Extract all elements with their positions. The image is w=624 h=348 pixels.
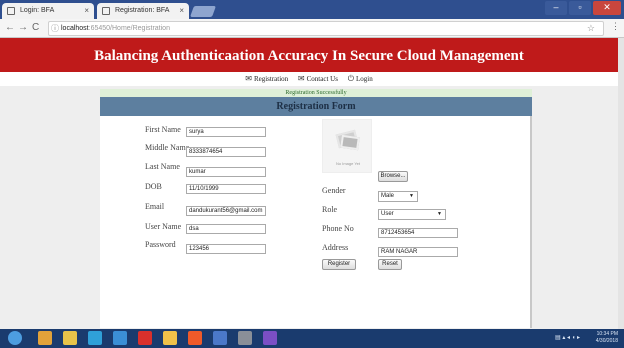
profile-photo-placeholder: No Image Yet bbox=[322, 119, 372, 173]
tab-close-icon[interactable]: × bbox=[84, 3, 89, 19]
taskbar-app-icon[interactable] bbox=[113, 331, 127, 345]
taskbar-app-icon[interactable] bbox=[213, 331, 227, 345]
taskbar-app-icon[interactable] bbox=[188, 331, 202, 345]
success-alert: Registration Successfully bbox=[100, 89, 532, 97]
password-input[interactable]: 123456 bbox=[186, 244, 266, 254]
os-taskbar: ▤ ▴ ◂ ◖ ▸ 10:34 PM 4/30/2018 bbox=[0, 329, 624, 348]
email-label: Email bbox=[145, 202, 165, 211]
tab-close-icon[interactable]: × bbox=[179, 3, 184, 19]
url-input[interactable]: ⓘ localhost:65450/Home/Registration ☆ bbox=[48, 21, 604, 36]
chevron-down-icon: ▼ bbox=[409, 193, 414, 199]
gender-value: Male bbox=[381, 193, 395, 199]
tab-login[interactable]: Login: BFA × bbox=[2, 3, 94, 19]
browser-menu-icon[interactable]: ⋮ bbox=[611, 21, 620, 32]
site-banner: Balancing Authenticaation Accuracy In Se… bbox=[0, 38, 618, 72]
address-input[interactable]: RAM NAGAR bbox=[378, 247, 458, 257]
top-menu: ✉ Registration ✉ Contact Us ⏻ Login bbox=[0, 72, 618, 86]
gender-select[interactable]: Male ▼ bbox=[378, 191, 418, 202]
browser-tab-bar: Login: BFA × Registration: BFA × – ▫ ✕ bbox=[0, 0, 624, 19]
power-icon: ⏻ bbox=[347, 74, 355, 83]
user-name-label: User Name bbox=[145, 222, 182, 231]
reload-icon[interactable]: C bbox=[32, 21, 39, 35]
role-label: Role bbox=[322, 205, 338, 214]
tab-registration[interactable]: Registration: BFA × bbox=[97, 3, 189, 19]
form-title: Registration Form bbox=[100, 97, 532, 116]
first-name-input[interactable]: surya bbox=[186, 127, 266, 137]
window-controls: – ▫ ✕ bbox=[545, 1, 621, 15]
back-arrow-icon[interactable]: ← bbox=[5, 21, 15, 35]
role-select[interactable]: User ▼ bbox=[378, 209, 446, 220]
phone-label: Phone No bbox=[322, 224, 354, 233]
middle-name-label: Middle Name bbox=[145, 143, 190, 152]
site-title: Balancing Authenticaation Accuracy In Se… bbox=[94, 48, 524, 64]
menu-item-label: Contact Us bbox=[306, 75, 338, 83]
email-input[interactable]: dandukurant56@gmail.com bbox=[186, 206, 266, 216]
maximize-button[interactable]: ▫ bbox=[569, 1, 591, 15]
page-icon bbox=[102, 7, 110, 15]
forward-arrow-icon[interactable]: → bbox=[18, 21, 28, 35]
mail-icon: ✉ bbox=[245, 74, 252, 83]
taskbar-app-icon[interactable] bbox=[238, 331, 252, 345]
dob-input[interactable]: 11/10/1999 bbox=[186, 184, 266, 194]
taskbar-app-icon[interactable] bbox=[138, 331, 152, 345]
chevron-down-icon: ▼ bbox=[437, 211, 442, 217]
menu-item-contact[interactable]: ✉ Contact Us bbox=[298, 72, 338, 86]
taskbar-app-icon[interactable] bbox=[38, 331, 52, 345]
middle-name-input[interactable]: 8333874654 bbox=[186, 147, 266, 157]
close-window-button[interactable]: ✕ bbox=[593, 1, 621, 15]
gender-label: Gender bbox=[322, 186, 346, 195]
menu-item-label: Registration bbox=[253, 75, 289, 83]
address-bar: ← → C ⓘ localhost:65450/Home/Registratio… bbox=[0, 19, 624, 38]
clock-time: 10:34 PM bbox=[596, 331, 618, 337]
taskbar-app-icon[interactable] bbox=[63, 331, 77, 345]
mail-icon: ✉ bbox=[297, 74, 305, 83]
menu-item-registration[interactable]: ✉ Registration bbox=[245, 72, 288, 86]
register-button[interactable]: Register bbox=[322, 259, 356, 270]
minimize-button[interactable]: – bbox=[545, 1, 567, 15]
browse-button[interactable]: Browse... bbox=[378, 171, 408, 182]
photo-caption: No Image Yet bbox=[335, 161, 361, 166]
taskbar-app-icon[interactable] bbox=[163, 331, 177, 345]
clock-date: 4/30/2018 bbox=[595, 338, 618, 344]
last-name-label: Last Name bbox=[145, 162, 180, 171]
taskbar-app-icon[interactable] bbox=[263, 331, 277, 345]
image-placeholder-icon bbox=[340, 134, 360, 151]
last-name-input[interactable]: kumar bbox=[186, 167, 266, 177]
menu-item-label: Login bbox=[356, 75, 373, 83]
new-tab-button[interactable] bbox=[189, 6, 217, 17]
first-name-label: First Name bbox=[145, 125, 181, 134]
address-label: Address bbox=[322, 243, 349, 252]
page-icon bbox=[7, 7, 15, 15]
clock[interactable]: 10:34 PM 4/30/2018 bbox=[596, 331, 618, 345]
start-button-icon[interactable] bbox=[8, 331, 22, 345]
registration-form: First Name surya Middle Name 8333874654 … bbox=[100, 116, 532, 328]
reset-button[interactable]: Reset bbox=[378, 259, 402, 270]
role-value: User bbox=[381, 211, 394, 217]
system-tray-icons[interactable]: ▤ ▴ ◂ ◖ ▸ bbox=[555, 334, 580, 341]
bookmark-star-icon[interactable]: ☆ bbox=[587, 22, 595, 35]
url-host: localhost bbox=[61, 25, 89, 32]
dob-label: DOB bbox=[145, 182, 162, 191]
info-icon: ⓘ bbox=[51, 24, 59, 33]
menu-item-login[interactable]: ⏻ Login bbox=[348, 72, 373, 86]
user-name-input[interactable]: dsa bbox=[186, 224, 266, 234]
page-scrollbar[interactable] bbox=[618, 38, 624, 329]
phone-input[interactable]: 8712453654 bbox=[378, 228, 458, 238]
taskbar-app-icon[interactable] bbox=[88, 331, 102, 345]
tab-label: Login: BFA bbox=[20, 7, 55, 14]
password-label: Password bbox=[145, 240, 176, 249]
url-path: :65450/Home/Registration bbox=[88, 25, 170, 32]
tab-label: Registration: BFA bbox=[115, 7, 170, 14]
